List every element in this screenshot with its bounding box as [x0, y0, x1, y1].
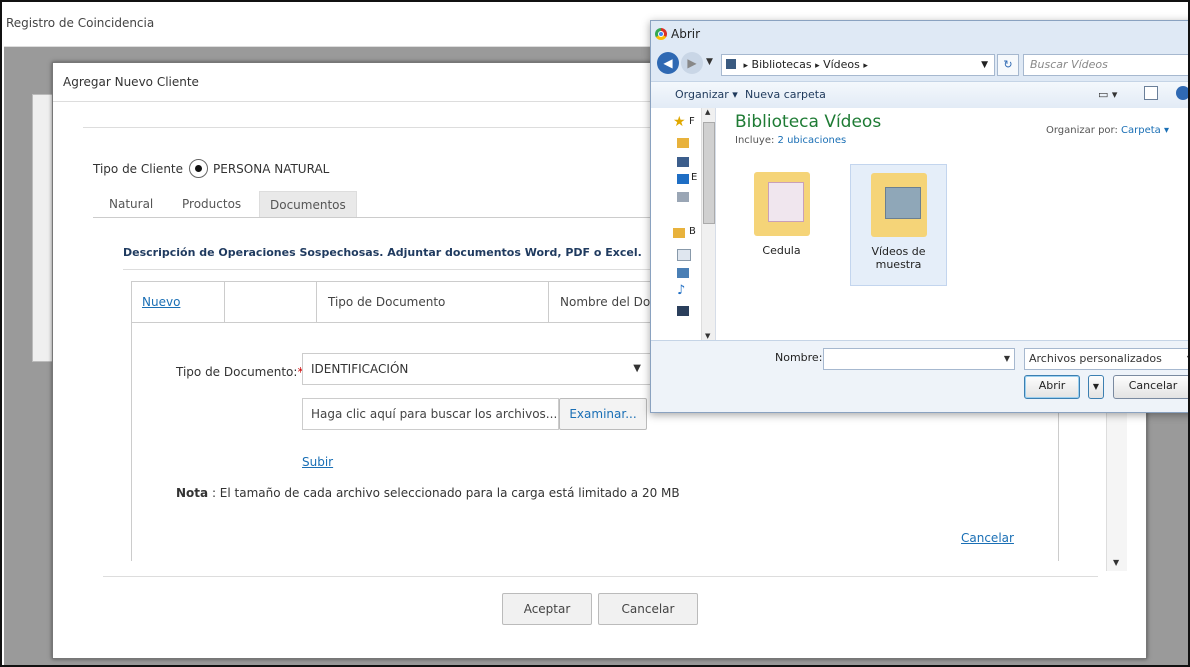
- address-dropdown-icon[interactable]: ▼: [981, 55, 988, 75]
- music-icon[interactable]: ♪: [677, 283, 685, 298]
- desktop-icon[interactable]: [677, 157, 689, 167]
- tab-natural[interactable]: Natural: [99, 191, 163, 217]
- breadcrumb-separator-icon: ▸: [863, 61, 868, 71]
- app-frame: Registro de Coincidencia Agregar Nuevo C…: [0, 0, 1190, 667]
- breadcrumb-bibliotecas[interactable]: Bibliotecas: [752, 58, 812, 71]
- header-new: Nuevo: [132, 282, 225, 322]
- refresh-icon[interactable]: ↻: [997, 54, 1019, 76]
- doc-type-label: Tipo de Documento:*: [176, 365, 304, 379]
- organize-menu[interactable]: Organizar ▾: [675, 88, 738, 101]
- favorites-star-icon[interactable]: ★: [673, 114, 686, 130]
- folder-item[interactable]: Cedula: [734, 164, 829, 284]
- arrange-by-dropdown[interactable]: Carpeta ▾: [1121, 125, 1169, 136]
- filename-input[interactable]: ▼: [823, 348, 1015, 370]
- forward-button[interactable]: ▶: [681, 52, 703, 74]
- library-title: Biblioteca Vídeos: [735, 112, 882, 132]
- tab-productos[interactable]: Productos: [172, 191, 251, 217]
- documents-icon[interactable]: [677, 249, 691, 261]
- dialog-cancel-button[interactable]: Cancelar: [1113, 375, 1188, 399]
- dialog-content: ★ F E B ♪ ▲ ▼ Biblioteca Vídeos Incluye:…: [651, 108, 1188, 340]
- filename-label: Nombre:: [775, 351, 823, 364]
- cancel-upload-link[interactable]: Cancelar: [961, 531, 1014, 545]
- address-bar[interactable]: ▸ Bibliotecas ▸ Vídeos ▸ ▼: [721, 54, 995, 76]
- modal-title: Agregar Nuevo Cliente: [63, 75, 199, 89]
- header-doc-type: Tipo de Documento: [318, 282, 549, 322]
- dropdown-caret-icon: ▼: [633, 363, 641, 374]
- pictures-icon[interactable]: [677, 268, 689, 278]
- video-thumbnail-icon: [884, 187, 921, 219]
- cancel-button[interactable]: Cancelar: [598, 593, 698, 625]
- breadcrumb-videos[interactable]: Vídeos: [823, 58, 860, 71]
- scroll-down-icon: ▼: [1113, 558, 1120, 567]
- folder-name: Cedula: [762, 244, 801, 257]
- preview-pane-icon[interactable]: [1144, 86, 1158, 100]
- scroll-up-icon: ▲: [705, 108, 711, 116]
- dialog-title-bar: Abrir: [655, 27, 700, 41]
- breadcrumb-separator-icon: ▸: [815, 61, 820, 71]
- size-note: Nota : El tamaño de cada archivo selecci…: [176, 486, 680, 500]
- doc-type-value: IDENTIFICACIÓN: [311, 362, 409, 376]
- chrome-icon: [655, 28, 667, 40]
- recent-pages-icon[interactable]: ▼: [706, 57, 713, 67]
- open-button[interactable]: Abrir: [1024, 375, 1080, 399]
- scroll-down-icon: ▼: [705, 332, 711, 340]
- upload-link[interactable]: Subir: [302, 455, 333, 469]
- file-open-dialog: Abrir ◀ ▶ ▼ ▸ Bibliotecas ▸ Vídeos ▸ ▼ ↻…: [650, 20, 1188, 413]
- help-icon[interactable]: [1176, 86, 1188, 100]
- videos-icon[interactable]: [677, 306, 689, 316]
- file-path-input[interactable]: Haga clic aquí para buscar los archivos.…: [302, 398, 559, 430]
- nav-label-libraries: B: [689, 226, 696, 237]
- description-text: Descripción de Operaciones Sospechosas. …: [123, 246, 642, 259]
- dialog-toolbar: Organizar ▾ Nueva carpeta ▭ ▾: [651, 81, 1188, 109]
- folder-icon: [870, 173, 927, 237]
- file-type-filter[interactable]: Archivos personalizados ▼: [1024, 348, 1188, 370]
- accept-button[interactable]: Aceptar: [502, 593, 592, 625]
- arrange-by: Organizar por: Carpeta ▾: [1046, 125, 1170, 136]
- scroll-thumb[interactable]: [703, 122, 715, 224]
- folder-icon: [753, 172, 810, 236]
- new-folder-button[interactable]: Nueva carpeta: [745, 88, 826, 101]
- folder-item[interactable]: Vídeos de muestra: [850, 164, 947, 286]
- libraries-icon[interactable]: [673, 228, 685, 238]
- navigation-pane: ★ F E B ♪ ▲ ▼: [651, 108, 716, 340]
- doc-type-select[interactable]: IDENTIFICACIÓN ▼: [302, 353, 652, 385]
- nav-scrollbar[interactable]: ▲ ▼: [701, 108, 715, 340]
- downloads-icon[interactable]: [677, 138, 689, 148]
- breadcrumb-separator-icon: ▸: [743, 61, 749, 71]
- nav-label-favorites: F: [689, 116, 695, 127]
- tab-documentos[interactable]: Documentos: [259, 191, 357, 218]
- client-type-label: Tipo de Cliente: [93, 162, 184, 176]
- view-options-icon[interactable]: ▭ ▾: [1098, 88, 1117, 101]
- client-type-value: PERSONA NATURAL: [213, 162, 330, 176]
- recent-places-icon[interactable]: [677, 192, 689, 202]
- file-type-value: Archivos personalizados: [1029, 352, 1162, 365]
- dialog-title: Abrir: [671, 27, 701, 41]
- footer-divider: [103, 576, 1098, 577]
- browse-button[interactable]: Examinar...: [559, 398, 647, 430]
- dialog-footer: Nombre: ▼ Archivos personalizados ▼ Abri…: [651, 340, 1188, 412]
- video-library-icon: [726, 59, 736, 69]
- new-document-link[interactable]: Nuevo: [142, 295, 180, 309]
- search-input[interactable]: Buscar Vídeos: [1023, 54, 1188, 76]
- nav-label-e: E: [691, 172, 698, 183]
- note-label: Nota: [176, 486, 209, 500]
- onedrive-icon[interactable]: [677, 174, 689, 184]
- open-dropdown-button[interactable]: ▼: [1088, 375, 1104, 399]
- folder-name: Vídeos de muestra: [871, 245, 926, 271]
- library-includes: Incluye: 2 ubicaciones: [735, 135, 847, 146]
- photo-thumbnail-icon: [767, 182, 804, 222]
- back-button[interactable]: ◀: [657, 52, 679, 74]
- header-empty: [224, 282, 317, 322]
- client-type-radio[interactable]: [189, 159, 208, 178]
- page-title: Registro de Coincidencia: [6, 16, 155, 30]
- filename-dropdown-icon[interactable]: ▼: [1004, 349, 1010, 369]
- open-dropdown-icon: ▼: [1092, 382, 1100, 391]
- locations-link[interactable]: 2 ubicaciones: [778, 135, 847, 146]
- note-text: : El tamaño de cada archivo seleccionado…: [208, 486, 680, 500]
